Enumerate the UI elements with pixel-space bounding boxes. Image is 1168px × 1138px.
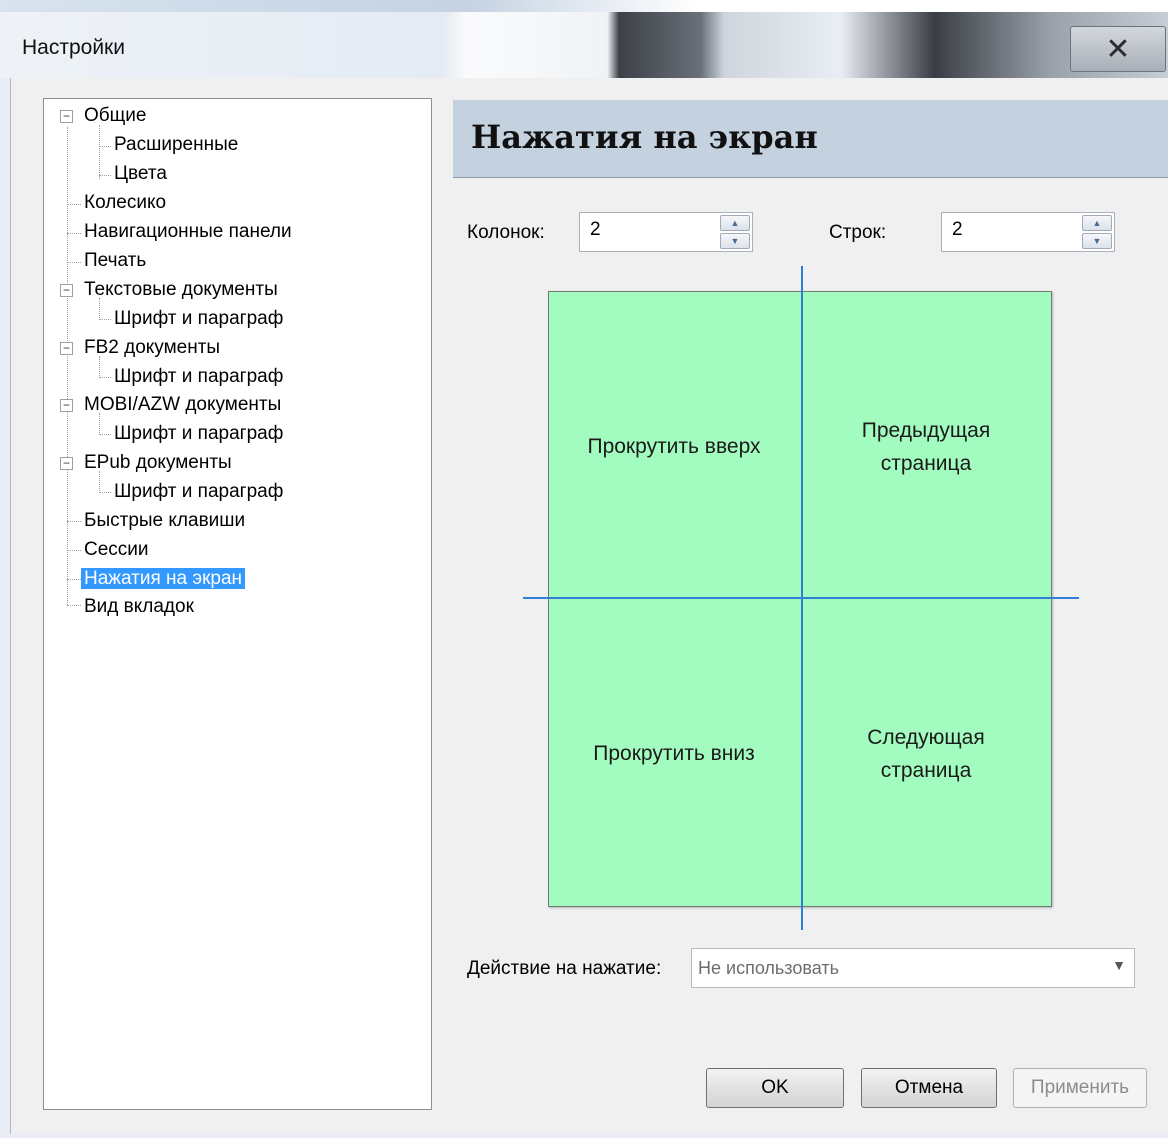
columns-value: 2 [590, 219, 601, 240]
tree-item-tab-view[interactable]: Вид вкладок [84, 594, 194, 620]
apply-button[interactable]: Применить [1013, 1068, 1147, 1108]
tree-line [99, 434, 111, 435]
chevron-down-icon[interactable]: ▼ [1112, 957, 1126, 973]
tree-line [99, 492, 111, 493]
collapse-icon[interactable]: − [60, 284, 73, 297]
tree-item-label: Сессии [84, 539, 149, 560]
action-select-value: Не использовать [698, 958, 839, 978]
tree-line [67, 579, 81, 580]
tree-item-label: Колесико [84, 192, 167, 213]
settings-dialog: Настройки ✕ − Общие Расширенные Цвета Ко… [0, 0, 1168, 1138]
tree-line [99, 125, 100, 179]
close-button[interactable]: ✕ [1070, 26, 1166, 72]
spin-down-icon[interactable]: ▼ [720, 233, 750, 249]
settings-tree[interactable]: − Общие Расширенные Цвета Колесико Навиг… [43, 98, 432, 1110]
zone-top-right[interactable]: Предыдущая страница [801, 414, 1051, 480]
action-label: Действие на нажатие: [467, 958, 662, 979]
tree-item-text-font[interactable]: Шрифт и параграф [114, 306, 283, 332]
page-title: Нажатия на экран [471, 118, 818, 156]
tree-line [67, 262, 81, 263]
tree-item-label: Расширенные [114, 134, 239, 155]
tree-line [99, 146, 111, 147]
tree-line [67, 521, 81, 522]
tree-item-label: Нажатия на экран [81, 568, 246, 589]
tree-item-screen-taps[interactable]: Нажатия на экран [81, 566, 246, 592]
page-header: Нажатия на экран [453, 100, 1168, 178]
tree-item-mobi-font[interactable]: Шрифт и параграф [114, 421, 283, 447]
zone-action-text: Прокрутить вверх [587, 435, 761, 458]
rows-label: Строк: [829, 222, 887, 243]
row-divider[interactable] [523, 597, 1079, 599]
columns-label: Колонок: [467, 222, 545, 243]
zone-bottom-left[interactable]: Прокрутить вниз [549, 737, 799, 770]
title-bar: Настройки ✕ [0, 12, 1168, 78]
collapse-icon[interactable]: − [60, 457, 73, 470]
tap-zones-grid: Прокрутить вверх Предыдущая страница Про… [548, 291, 1052, 907]
tree-item-print[interactable]: Печать [84, 248, 146, 274]
tree-item-label: Печать [84, 250, 147, 271]
tree-item-wheel[interactable]: Колесико [84, 190, 166, 216]
zone-action-text: Предыдущая [861, 419, 991, 442]
tree-line [99, 175, 111, 176]
tree-item-label: Общие [84, 105, 147, 126]
collapse-icon[interactable]: − [60, 399, 73, 412]
zone-top-left[interactable]: Прокрутить вверх [549, 430, 799, 463]
tree-line [67, 233, 81, 234]
desktop-strip [0, 0, 1168, 12]
tree-item-label: Шрифт и параграф [114, 308, 284, 329]
zone-action-text: Следующая [867, 726, 985, 749]
tree-item-label: Быстрые клавиши [84, 510, 246, 531]
tree-item-nav-panels[interactable]: Навигационные панели [84, 219, 292, 245]
tree-line [67, 605, 81, 606]
spin-up-icon[interactable]: ▲ [720, 215, 750, 231]
tree-line [67, 550, 81, 551]
tree-item-sessions[interactable]: Сессии [84, 537, 149, 563]
tree-line [67, 127, 68, 605]
zone-bottom-right[interactable]: Следующая страница [801, 721, 1051, 787]
tree-item-label: Шрифт и параграф [114, 481, 284, 502]
columns-spinbox[interactable]: 2 ▲ ▼ [579, 212, 753, 252]
tree-line [99, 319, 111, 320]
tree-item-label: MOBI/AZW документы [84, 394, 282, 415]
tree-item-label: Шрифт и параграф [114, 366, 284, 387]
rows-spinbox[interactable]: 2 ▲ ▼ [941, 212, 1115, 252]
tree-item-label: Вид вкладок [84, 596, 194, 617]
dialog-body: − Общие Расширенные Цвета Колесико Навиг… [10, 78, 1168, 1134]
tree-item-hotkeys[interactable]: Быстрые клавиши [84, 508, 245, 534]
tree-item-label: Навигационные панели [84, 221, 292, 242]
spin-up-icon[interactable]: ▲ [1082, 215, 1112, 231]
tree-item-advanced[interactable]: Расширенные [114, 132, 238, 158]
action-select[interactable]: Не использовать ▼ [691, 948, 1135, 988]
tree-item-label: EPub документы [84, 452, 232, 473]
collapse-icon[interactable]: − [60, 110, 73, 123]
tree-item-label: Шрифт и параграф [114, 423, 284, 444]
spin-down-icon[interactable]: ▼ [1082, 233, 1112, 249]
rows-value: 2 [952, 219, 963, 240]
zone-action-text: Прокрутить вниз [593, 742, 755, 765]
tree-item-colors[interactable]: Цвета [114, 161, 167, 187]
tree-line [99, 377, 111, 378]
collapse-icon[interactable]: − [60, 342, 73, 355]
window-title: Настройки [22, 36, 125, 59]
tree-item-epub-font[interactable]: Шрифт и параграф [114, 479, 283, 505]
tree-item-fb2-font[interactable]: Шрифт и параграф [114, 364, 283, 390]
cancel-button[interactable]: Отмена [861, 1068, 997, 1108]
tap-zones-preview: Прокрутить вверх Предыдущая страница Про… [523, 266, 1079, 934]
tree-item-label: Текстовые документы [84, 279, 278, 300]
close-icon: ✕ [1105, 32, 1131, 66]
tree-item-label: Цвета [114, 163, 167, 184]
tree-line [67, 204, 81, 205]
ok-button[interactable]: OK [706, 1068, 844, 1108]
zone-action-text: страница [880, 452, 972, 475]
zone-action-text: страница [880, 759, 972, 782]
tree-item-label: FB2 документы [84, 337, 221, 358]
